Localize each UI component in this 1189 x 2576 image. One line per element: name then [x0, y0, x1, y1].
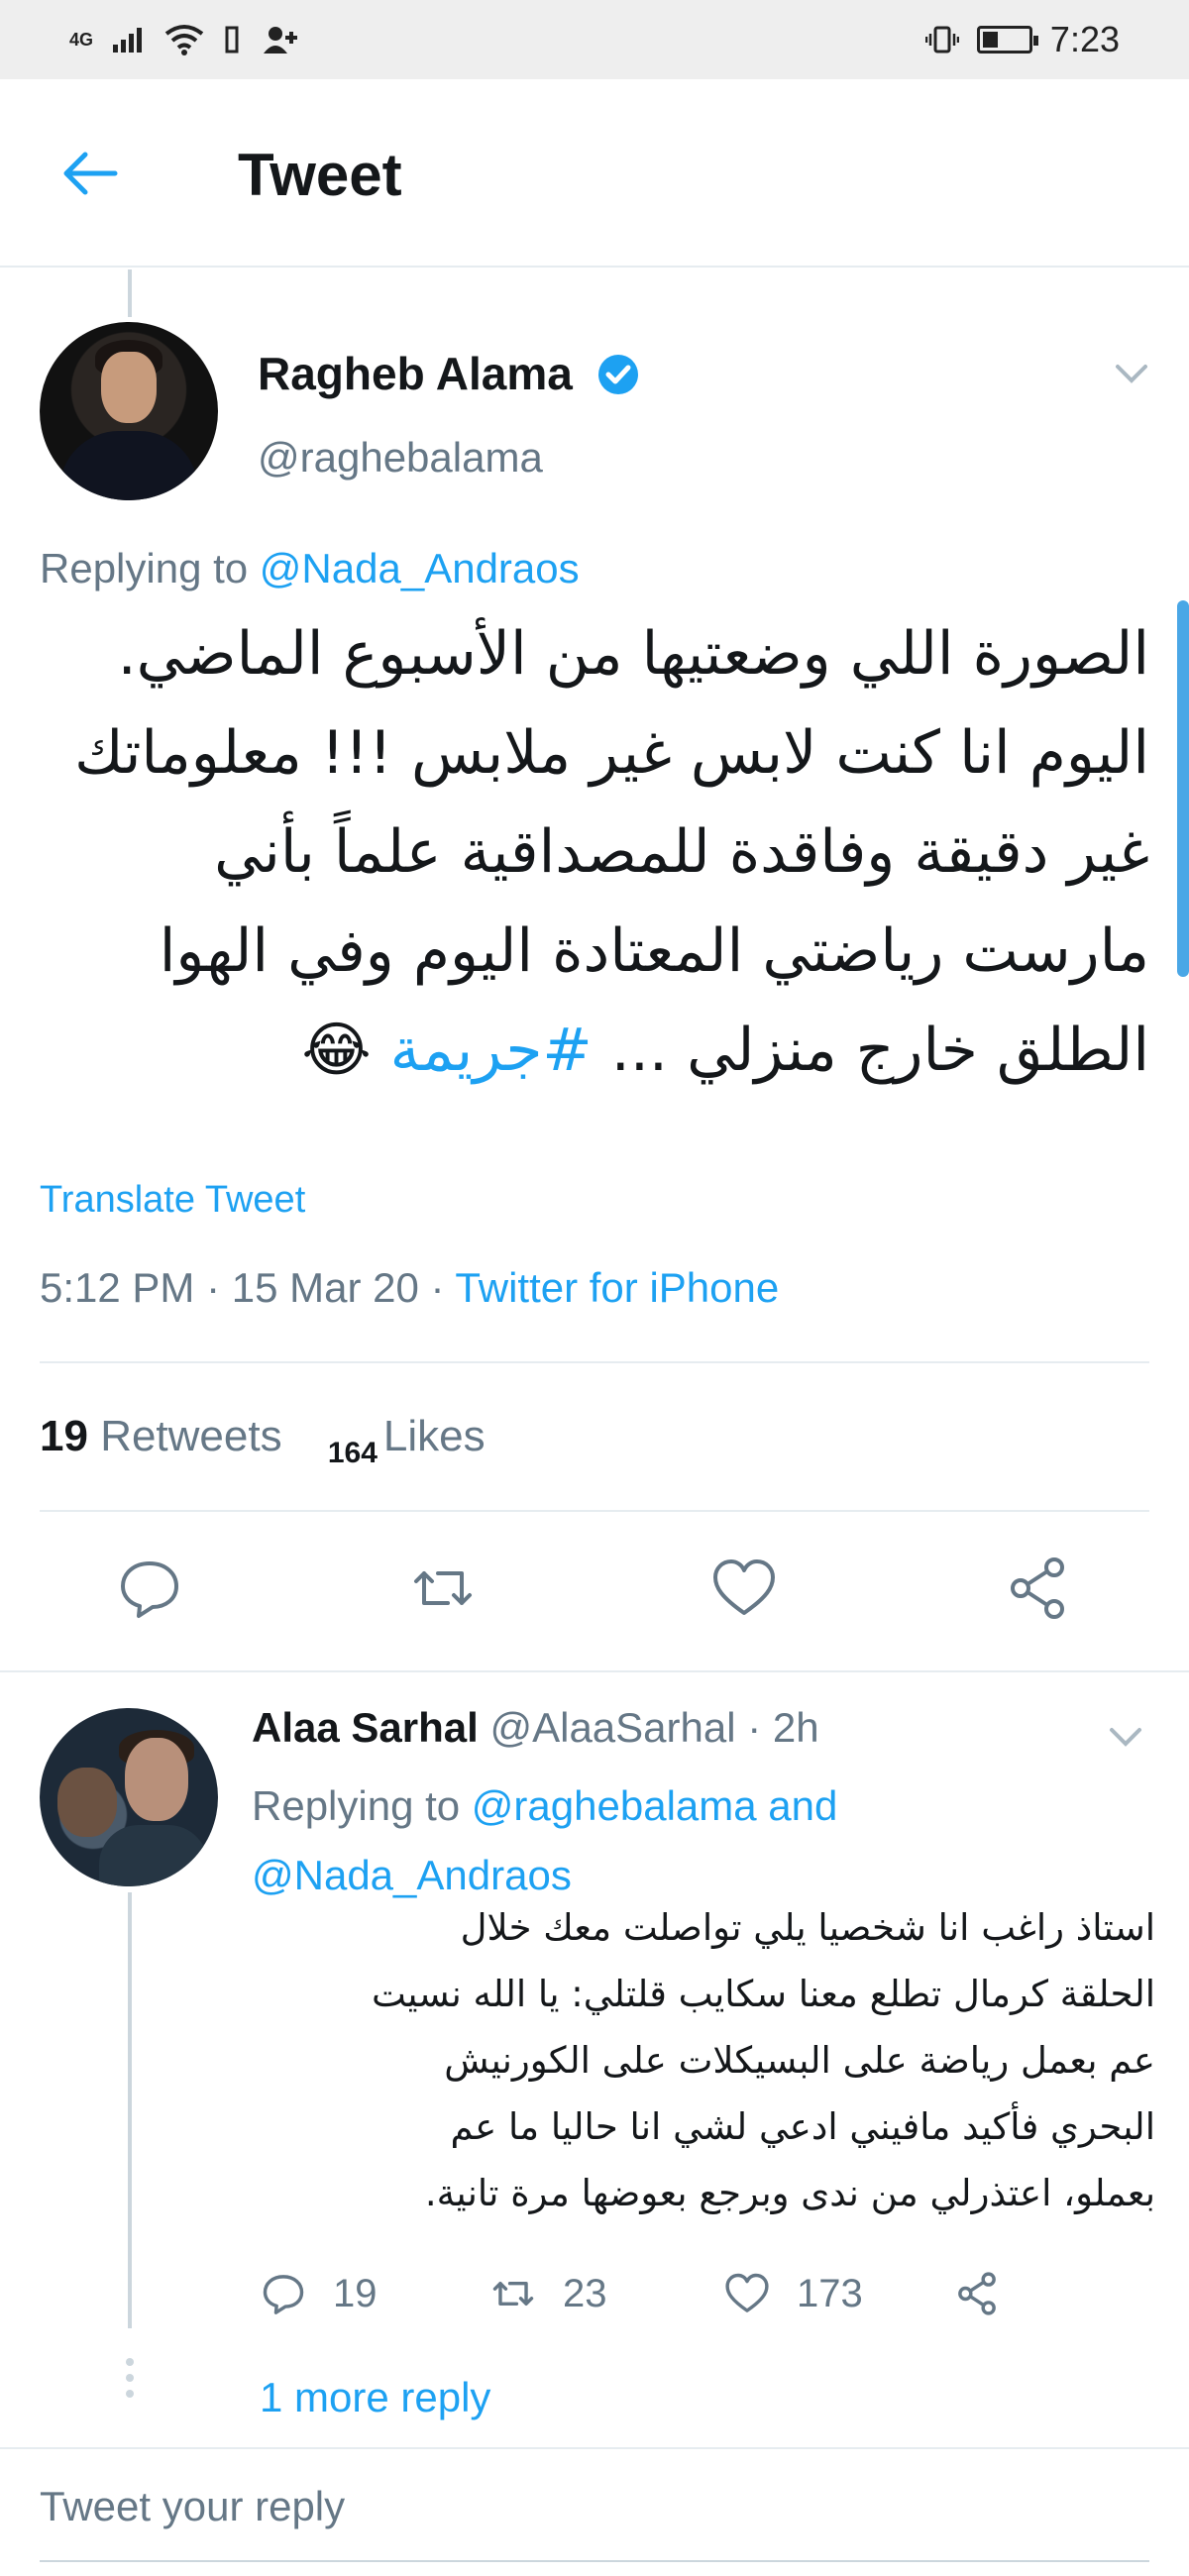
status-bar-right: 7:23: [924, 19, 1120, 60]
translate-tweet-link[interactable]: Translate Tweet: [40, 1179, 305, 1222]
hashtag-link[interactable]: #جريمة: [390, 1016, 593, 1085]
top-bar: Tweet: [0, 79, 1189, 268]
thread-line: [128, 1892, 132, 2328]
replying-to-line: Replying to @Nada_Andraos: [40, 545, 580, 592]
back-arrow-icon[interactable]: [59, 149, 119, 198]
divider: [0, 1670, 1189, 1672]
tweet-meta: 5:12 PM · 15 Mar 20 · Twitter for iPhone: [40, 1264, 779, 1312]
tweet-text-line: الصورة اللي وضعتيها من الأسبوع الماضي.: [117, 619, 1149, 689]
reply-count: 19: [333, 2271, 378, 2315]
reply-author-avatar[interactable]: [40, 1708, 218, 1886]
engagement-stats: 19 Retweets 164 Likes: [40, 1412, 486, 1469]
replying-to-label: Replying to: [252, 1782, 472, 1829]
replying-to-label: Replying to: [40, 545, 260, 591]
avatar-face-shape: [125, 1738, 188, 1821]
tweet-text-line: اليوم انا كنت لابس غير ملابس !!! معلومات…: [74, 718, 1149, 788]
share-icon[interactable]: [1003, 1554, 1072, 1623]
source-link[interactable]: Twitter for iPhone: [455, 1264, 779, 1311]
vibrate-icon: [924, 26, 959, 54]
share-icon: [958, 2272, 996, 2315]
avatar-body-shape: [99, 1825, 208, 1886]
reply-input[interactable]: Tweet your reply: [40, 2483, 345, 2530]
person-add-icon: [264, 27, 298, 54]
tweet-text-line: مارست رياضتي المعتادة اليوم وفي الهوا: [159, 916, 1149, 986]
reply-author-handle[interactable]: @AlaaSarhal · 2h: [489, 1704, 818, 1751]
chevron-down-icon[interactable]: [1112, 359, 1151, 388]
likes-count[interactable]: 164: [328, 1437, 378, 1470]
timestamp: 5:12 PM · 15 Mar 20 ·: [40, 1264, 456, 1311]
avatar-figure-shape: [57, 1768, 117, 1837]
retweet-count: 23: [563, 2271, 607, 2315]
like-count: 173: [797, 2271, 863, 2315]
page-title: Tweet: [238, 142, 402, 208]
mention-link[interactable]: @Nada_Andraos: [252, 1852, 572, 1898]
replying-and-label: and: [756, 1782, 838, 1829]
chevron-down-icon[interactable]: [1106, 1722, 1145, 1752]
replying-to-line: Replying to @raghebalama and @Nada_Andra…: [252, 1771, 1124, 1910]
author-avatar[interactable]: [40, 322, 218, 500]
retweet-icon: [492, 2282, 534, 2306]
like-icon: [725, 2273, 769, 2312]
reply-text-line: عم بعمل رياضة على البسيكلات على الكورنيش: [444, 2039, 1155, 2082]
tweet-detail-screen: 4G 7:23 Tweet Ragheb Alama @raghebalama …: [0, 0, 1189, 2576]
input-underline: [40, 2560, 1149, 2562]
retweets-label[interactable]: Retweets: [100, 1412, 281, 1460]
avatar-body-shape: [59, 431, 198, 500]
mention-link[interactable]: @raghebalama: [472, 1782, 757, 1829]
tweet-text: الصورة اللي وضعتيها من الأسبوع الماضي. ا…: [40, 604, 1149, 1100]
reply-icon[interactable]: [115, 1554, 184, 1623]
tweet-text-line: غير دقيقة وفاقدة للمصداقية علماً بأني: [214, 817, 1149, 887]
like-icon[interactable]: [709, 1554, 779, 1623]
reply-text-line: الحلقة كرمال تطلع معنا سكايب قلتلي: يا ا…: [371, 1973, 1155, 2015]
retweet-icon[interactable]: [408, 1554, 478, 1623]
battery-icon: [976, 26, 1038, 54]
divider: [40, 1361, 1149, 1363]
thread-line: [128, 269, 132, 317]
scrollbar[interactable]: [1177, 600, 1189, 977]
reply-text: استاذ راغب انا شخصيا يلي تواصلت معك خلال…: [252, 1894, 1155, 2226]
retweets-count[interactable]: 19: [40, 1412, 88, 1460]
reply-text-line: بعملو، اعتذرلي من ندى وبرجع بعوضها مرة ت…: [424, 2172, 1155, 2214]
more-replies-link[interactable]: 1 more reply: [260, 2374, 490, 2421]
tweet-text-line: الطلق خارج منزلي ... #جريمة 😂: [40, 1001, 1149, 1100]
tweet-text-fragment: الطلق خارج منزلي ...: [592, 1016, 1149, 1085]
reply-icon: [263, 2275, 304, 2314]
signal-icon: [113, 28, 143, 53]
reply-composer: Tweet your reply: [0, 2447, 1189, 2576]
share-button[interactable]: [953, 2269, 1001, 2318]
author-name[interactable]: Ragheb Alama: [258, 347, 573, 400]
like-button[interactable]: 173: [723, 2269, 863, 2318]
reply-header: Alaa Sarhal @AlaaSarhal · 2h: [252, 1704, 819, 1752]
verified-icon: [598, 355, 638, 394]
reply-text-line: البحري فأكيد مافيني ادعي لشي انا حاليا م…: [450, 2105, 1155, 2148]
status-bar-left: 4G: [69, 24, 299, 55]
reply-author-name[interactable]: Alaa Sarhal: [252, 1704, 479, 1751]
thread-dots: [126, 2358, 134, 2406]
status-bar: 4G 7:23: [0, 0, 1189, 79]
reply-button[interactable]: 19: [260, 2269, 378, 2318]
reply-text-line: استاذ راغب انا شخصيا يلي تواصلت معك خلال: [460, 1906, 1155, 1949]
sim-icon: [225, 26, 239, 54]
author-handle[interactable]: @raghebalama: [258, 434, 543, 482]
retweet-button[interactable]: 23: [489, 2269, 607, 2318]
divider: [40, 1510, 1149, 1512]
mention-link[interactable]: @Nada_Andraos: [260, 545, 580, 591]
clock: 7:23: [1049, 19, 1120, 59]
wifi-icon: [164, 25, 204, 55]
avatar-face-shape: [101, 352, 157, 423]
likes-label[interactable]: Likes: [383, 1412, 486, 1460]
network-type: 4G: [69, 29, 94, 50]
laughing-emoji: 😂: [301, 1016, 372, 1085]
